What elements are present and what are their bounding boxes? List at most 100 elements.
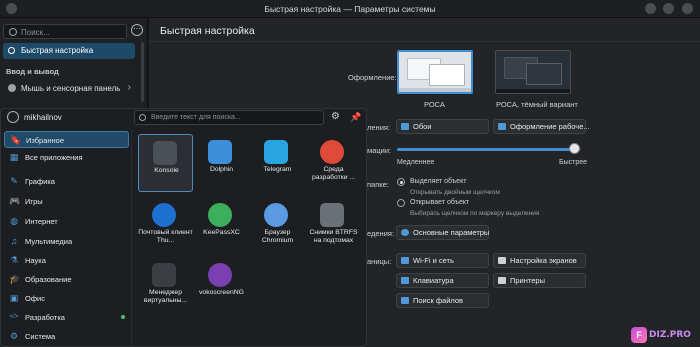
animation-speed-slider[interactable] [397, 148, 581, 151]
watermark-logo: F DIZ.PRO [631, 325, 700, 347]
search-icon [9, 28, 17, 36]
maximize-button[interactable] [663, 3, 674, 14]
app-label: Браузер Chromium [261, 229, 294, 244]
app-tile[interactable]: Konsole [138, 134, 193, 192]
category-item[interactable]: ⚗ Наука [4, 252, 129, 269]
settings-search-placeholder: Поиск... [21, 28, 50, 37]
app-label: Среда разработки ... [311, 166, 356, 181]
application-launcher: mikhailnov ⚙ 📌 🔖 Избранное ▦ Все приложения… [0, 108, 367, 347]
launcher-search[interactable] [134, 110, 324, 125]
launcher-search-input[interactable] [151, 112, 321, 123]
app-tile[interactable]: Почтовый клиент Thu... [138, 197, 193, 255]
configure-icon[interactable]: ⚙ [331, 112, 341, 122]
category-item[interactable]: </> Разработка [4, 309, 129, 326]
page-title: Быстрая настройка [160, 25, 255, 37]
desktop-appearance-button[interactable]: Оформление рабоче... [493, 119, 590, 134]
app-tile[interactable]: Среда разработки ... [306, 134, 361, 192]
divider [149, 41, 700, 42]
monitor-icon [498, 257, 506, 264]
category-label: Разработка [25, 313, 65, 322]
category-item[interactable]: ▦ Все приложения [4, 149, 129, 166]
pin-icon[interactable]: 📌 [350, 112, 361, 122]
sidebar-item-quick-settings[interactable]: Быстрая настройка [3, 43, 135, 59]
theme-thumbnail-dark[interactable] [495, 50, 571, 94]
app-tile[interactable]: Браузер Chromium [250, 197, 305, 255]
theme-label-light: РОСА [424, 100, 445, 109]
display-settings-button[interactable]: Настройка экранов [493, 253, 586, 268]
hamburger-menu-icon[interactable]: ⋯ [131, 24, 143, 36]
sidebar-scrollbar[interactable] [141, 42, 144, 102]
category-item[interactable]: 🔖 Избранное [4, 131, 129, 148]
thunderbird-icon [152, 203, 176, 227]
wallpaper-row-label: ления: [367, 123, 391, 132]
radio-select-hint: Открывать двойным щелчком [410, 189, 500, 196]
category-item[interactable]: 🎮 Игры [4, 193, 129, 210]
slider-fill [397, 148, 574, 151]
radio-open-label: Открывает объект [410, 199, 470, 206]
app-tile[interactable]: Снимки BTRFS на подтомах [306, 197, 361, 255]
telegram-icon [264, 140, 288, 164]
slider-handle[interactable] [568, 143, 580, 154]
category-item[interactable]: ✎ Графика [4, 173, 129, 190]
settings-search-input[interactable]: Поиск... [3, 24, 127, 39]
sidebar-item-label: Мышь и сенсорная панель [21, 84, 121, 93]
category-item[interactable]: ⚙ Система [4, 328, 129, 345]
filesearch-label: Поиск файлов [413, 296, 464, 305]
wallpaper-button[interactable]: Обои [396, 119, 489, 134]
wallpaper-button-label: Обои [413, 122, 432, 131]
window-titlebar: Быстрая настройка — Параметры системы [0, 0, 700, 18]
radio-select-object[interactable] [397, 178, 405, 186]
category-label: Мультимедиа [25, 237, 73, 246]
category-label: Наука [25, 256, 46, 265]
fast-label: Быстрее [559, 159, 588, 166]
flask-icon: ⚗ [9, 255, 19, 265]
app-tile[interactable]: Dolphin [194, 134, 249, 192]
category-label: Избранное [26, 136, 65, 145]
theme-thumbnail-light[interactable] [397, 50, 473, 94]
app-label: Снимки BTRFS на подтомах [309, 229, 358, 244]
animation-row-label: мации: [367, 146, 392, 155]
grid-icon: ▦ [9, 152, 19, 162]
ide-icon [320, 140, 344, 164]
app-label: Почтовый клиент Thu... [138, 229, 193, 244]
media-icon: ♫ [10, 236, 18, 246]
category-item[interactable]: ▣ Офис [4, 290, 129, 307]
app-tile[interactable]: Telegram [250, 134, 305, 192]
app-label: KeePassXC [203, 229, 240, 236]
file-search-button[interactable]: Поиск файлов [396, 293, 489, 308]
printers-button[interactable]: Принтеры [493, 273, 586, 288]
sidebar-item-mouse-touchpad[interactable]: Мышь и сенсорная панель › [3, 80, 135, 96]
brush-icon: ✎ [10, 176, 18, 186]
office-icon: ▣ [9, 293, 19, 303]
category-item[interactable]: 🎓 Образование [4, 271, 129, 288]
wifi-network-button[interactable]: Wi-Fi и сеть [396, 253, 489, 268]
education-icon: 🎓 [9, 274, 21, 284]
appearance-button-label: Оформление рабоче... [510, 122, 590, 131]
new-indicator-dot [121, 315, 125, 319]
theme-label-dark: РОСА, тёмный вариант [496, 100, 578, 109]
main-parameters-button[interactable]: Основные параметры [396, 225, 489, 240]
folder-icon [208, 140, 232, 164]
display-label: Настройка экранов [510, 256, 577, 265]
watermark-text: DIZ.PRO [649, 330, 691, 340]
close-button[interactable] [682, 3, 693, 14]
category-item[interactable]: ◍ Интернет [4, 213, 129, 230]
app-tile[interactable]: Менеджер виртуальны... [138, 257, 193, 315]
chevron-right-icon: › [127, 82, 131, 93]
radio-open-hint: Выбирать щелчком по маркеру выделения [410, 210, 540, 217]
printer-icon [498, 277, 506, 284]
radio-open-object[interactable] [397, 199, 405, 207]
minimize-button[interactable] [645, 3, 656, 14]
app-tile[interactable]: KeePassXC [194, 197, 249, 255]
slow-label: Медленнее [397, 159, 435, 166]
heart-logo-icon: F [631, 327, 647, 343]
keyboard-button[interactable]: Клавиатура [396, 273, 489, 288]
app-label: Менеджер виртуальны... [143, 289, 188, 304]
category-item[interactable]: ♫ Мультимедиа [4, 233, 129, 250]
launcher-categories: 🔖 Избранное ▦ Все приложения ✎ Графика 🎮 Игры ◍ И… [1, 129, 132, 347]
keyboard-label: Клавиатура [413, 276, 454, 285]
app-tile[interactable]: vokoscreenNG [194, 257, 249, 315]
avatar[interactable] [7, 111, 19, 123]
printers-label: Принтеры [510, 276, 545, 285]
category-label: Игры [25, 197, 43, 206]
